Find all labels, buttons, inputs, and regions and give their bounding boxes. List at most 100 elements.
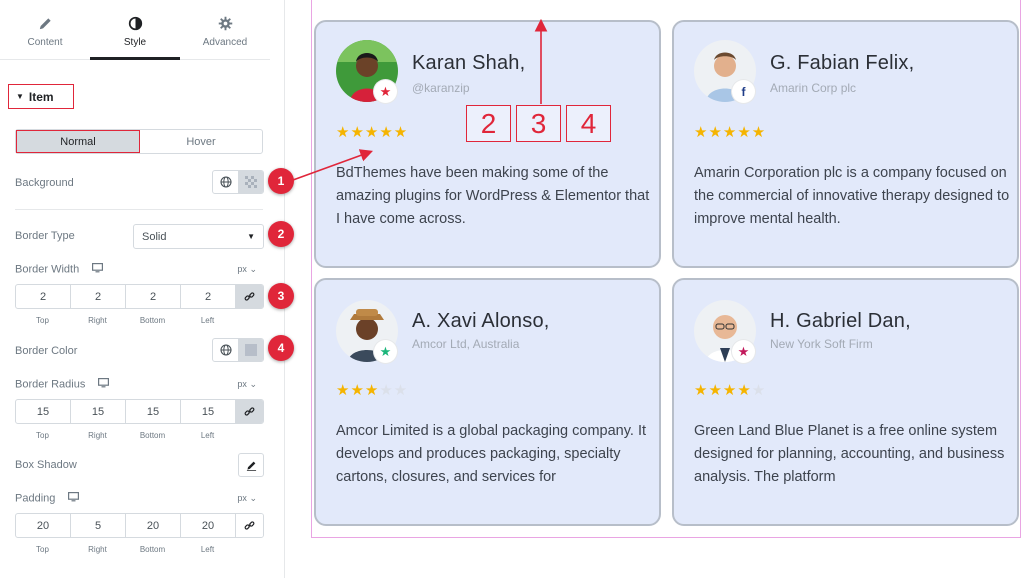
border-width-label-text: Border Width (15, 263, 80, 276)
color-swatch (244, 344, 257, 356)
padding-left-input[interactable]: 20 (181, 514, 236, 537)
dim-label-right: Right (88, 545, 107, 554)
tab-style[interactable]: Style (90, 6, 180, 60)
padding-top-input[interactable]: 20 (16, 514, 71, 537)
border-type-select[interactable]: Solid ▼ (133, 224, 264, 249)
tab-style-label: Style (123, 37, 147, 48)
review-text: Amcor Limited is a global packaging comp… (336, 423, 647, 485)
border-radius-label-text: Border Radius (15, 378, 86, 391)
border-width-left-input[interactable]: 2 (181, 285, 236, 308)
section-toggle-item[interactable]: ▼ Item (8, 84, 74, 109)
chevron-down-icon: ▼ (247, 232, 255, 241)
star-icon: ★ (732, 340, 755, 363)
padding-dimensions: 20 5 20 20 (15, 513, 264, 538)
dim-label-left: Left (200, 316, 215, 325)
rating-stars: ★★★★★ (694, 124, 767, 141)
globe-icon (219, 176, 232, 188)
padding-dim-labels: Top Right Bottom Left (15, 545, 264, 554)
rating-stars: ★★★★★ (336, 124, 409, 141)
testimonial-card[interactable]: ★ A. Xavi Alonso, Amcor Ltd, Australia ★… (314, 278, 661, 526)
border-radius-bottom-input[interactable]: 15 (126, 400, 181, 423)
padding-bottom-input[interactable]: 20 (126, 514, 181, 537)
panel-tabs: Content Style Advanced (0, 6, 270, 60)
padding-unit[interactable]: px ⌄ (237, 493, 257, 504)
dim-label-bottom: Bottom (139, 545, 166, 554)
preview-area: ★ Karan Shah, @karanzip ★★★★★ BdThemes h… (311, 0, 1021, 538)
desktop-icon[interactable] (92, 263, 104, 276)
background-type-toggle (212, 170, 264, 194)
dim-label-left: Left (200, 431, 215, 440)
reviewer-name: A. Xavi Alonso, (412, 310, 550, 332)
testimonial-card[interactable]: ★ H. Gabriel Dan, New York Soft Firm ★★★… (672, 278, 1019, 526)
dim-label-right: Right (88, 316, 107, 325)
border-radius-label: Border Radius (15, 378, 110, 391)
state-hover-button[interactable]: Hover (140, 130, 262, 153)
border-width-top-input[interactable]: 2 (16, 285, 71, 308)
desktop-icon[interactable] (68, 492, 80, 505)
dim-label-left: Left (200, 545, 215, 554)
review-text: Amarin Corporation plc is a company focu… (694, 165, 1010, 227)
section-title: Item (28, 89, 54, 104)
rating-stars: ★★★★★ (336, 382, 409, 399)
box-shadow-edit-button[interactable] (238, 453, 264, 477)
link-icon (244, 521, 255, 530)
border-width-label: Border Width (15, 263, 104, 276)
pencil-icon (39, 18, 51, 30)
dim-label-bottom: Bottom (139, 316, 166, 325)
box-shadow-label: Box Shadow (15, 459, 77, 471)
dim-label-top: Top (36, 316, 49, 325)
dim-label-right: Right (88, 431, 107, 440)
global-color-button[interactable] (213, 339, 238, 361)
dim-label-top: Top (36, 431, 49, 440)
desktop-icon[interactable] (98, 378, 110, 391)
chevron-down-icon: ⌄ (249, 264, 257, 274)
background-classic-button[interactable] (238, 171, 263, 193)
reviewer-company: Amcor Ltd, Australia (412, 337, 520, 351)
link-values-button[interactable] (236, 400, 263, 423)
border-type-value: Solid (142, 230, 167, 243)
border-radius-left-input[interactable]: 15 (181, 400, 236, 423)
link-values-button[interactable] (236, 285, 263, 308)
annotation-badge-2: 2 (268, 221, 294, 247)
tab-advanced-label: Advanced (202, 37, 248, 48)
callout-box-4: 4 (566, 105, 611, 142)
padding-unit-text: px (237, 493, 247, 503)
border-radius-unit-text: px (237, 379, 247, 389)
link-values-button[interactable] (236, 514, 263, 537)
reviewer-handle: @karanzip (412, 81, 470, 95)
state-normal-button[interactable]: Normal (16, 130, 140, 153)
border-width-right-input[interactable]: 2 (71, 285, 126, 308)
star-icon: ★ (374, 80, 397, 103)
half-circle-icon (128, 16, 142, 31)
rating-stars: ★★★★★ (694, 382, 767, 399)
facebook-icon: f (732, 80, 755, 103)
gear-icon (218, 16, 232, 31)
reviewer-company: Amarin Corp plc (770, 81, 857, 95)
pencil-icon (246, 461, 256, 471)
color-picker-button[interactable] (238, 339, 263, 361)
border-width-unit[interactable]: px ⌄ (237, 264, 257, 275)
global-style-button[interactable] (213, 171, 238, 193)
border-radius-unit[interactable]: px ⌄ (237, 379, 257, 390)
testimonial-card[interactable]: f G. Fabian Felix, Amarin Corp plc ★★★★★… (672, 20, 1019, 268)
border-radius-right-input[interactable]: 15 (71, 400, 126, 423)
reviewer-company: New York Soft Firm (770, 337, 873, 351)
padding-label-text: Padding (15, 492, 56, 505)
border-width-bottom-input[interactable]: 2 (126, 285, 181, 308)
callout-box-2: 2 (466, 105, 511, 142)
tab-content[interactable]: Content (0, 6, 90, 59)
star-icon: ★ (374, 340, 397, 363)
background-label: Background (15, 177, 74, 189)
chevron-down-icon: ⌄ (249, 379, 257, 389)
border-radius-dim-labels: Top Right Bottom Left (15, 431, 264, 440)
annotation-badge-3: 3 (268, 283, 294, 309)
testimonial-card[interactable]: ★ Karan Shah, @karanzip ★★★★★ BdThemes h… (314, 20, 661, 268)
link-icon (244, 407, 255, 416)
reviewer-name: G. Fabian Felix, (770, 52, 915, 74)
border-radius-top-input[interactable]: 15 (16, 400, 71, 423)
padding-right-input[interactable]: 5 (71, 514, 126, 537)
padding-label: Padding (15, 492, 80, 505)
border-type-label: Border Type (15, 230, 75, 242)
tab-advanced[interactable]: Advanced (180, 6, 270, 59)
border-width-dimensions: 2 2 2 2 (15, 284, 264, 309)
